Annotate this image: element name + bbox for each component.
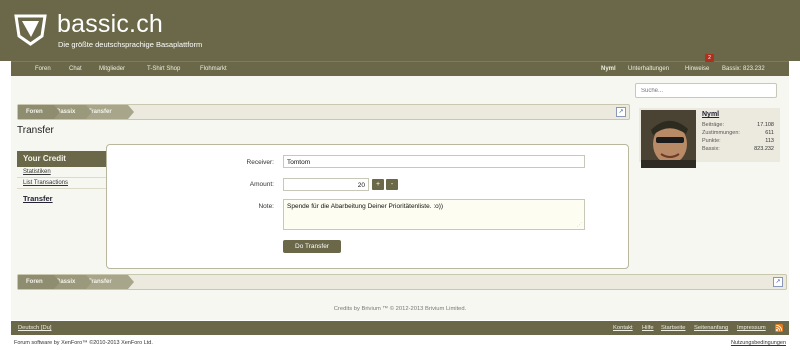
stat-label: Beiträge: — [702, 122, 725, 128]
footer-link-startseite[interactable]: Startseite — [661, 325, 686, 331]
copyright-text: Forum software by XenForo™ ©2010-2013 Xe… — [14, 340, 153, 346]
alerts-count-badge: 2 — [705, 54, 714, 62]
nav-tab-chat[interactable]: Chat — [69, 66, 82, 72]
note-textarea[interactable]: Spende für die Abarbeitung Deiner Priori… — [283, 199, 585, 230]
search-input[interactable] — [636, 84, 776, 97]
stat-value: 113 — [765, 138, 774, 144]
site-subtitle: Die größte deutschsprachige Basaplattfor… — [58, 40, 203, 49]
sidebar-item-list-transactions[interactable]: List Transactions — [17, 178, 106, 189]
stat-label: Zustimmungen: — [702, 130, 740, 136]
profile-card: Nyml Beiträge: 17.108 Zustimmungen: 611 Pu… — [639, 108, 780, 168]
main-navbar: Foren Chat Mitglieder T-Shirt Shop Flohm… — [11, 61, 789, 77]
rss-icon[interactable] — [775, 324, 783, 332]
language-chooser[interactable]: Deutsch [Du] — [18, 325, 52, 331]
note-text: Spende für die Abarbeitung Deiner Priori… — [287, 203, 444, 210]
breadcrumb-top: Foren Bassix Transfer ↗ — [17, 104, 630, 120]
site-header: bassic.ch Die größte deutschsprachige Ba… — [0, 0, 800, 61]
stat-label: Punkte: — [702, 138, 721, 144]
nav-tab-shop[interactable]: T-Shirt Shop — [147, 66, 180, 72]
footer-link-impressum[interactable]: Impressum — [737, 325, 766, 331]
amount-increase-button[interactable]: + — [372, 179, 384, 190]
sidebar-item-statistiken[interactable]: Statistiken — [17, 167, 106, 178]
receiver-label: Receiver: — [246, 159, 274, 166]
nav-tab-mitglieder[interactable]: Mitglieder — [99, 66, 125, 72]
breadcrumb-foren[interactable]: Foren — [18, 105, 60, 119]
footer-link-seitenanfang[interactable]: Seitenanfang — [694, 325, 728, 331]
stat-value: 17.108 — [757, 122, 774, 128]
nav-tab-foren[interactable]: Foren — [35, 66, 51, 72]
jump-link-icon[interactable]: ↗ — [773, 277, 783, 287]
stat-value: 823.232 — [754, 146, 774, 152]
nav-conversations[interactable]: Unterhaltungen — [628, 66, 669, 72]
search-box — [635, 83, 777, 98]
footer-link-hilfe[interactable]: Hilfe — [642, 325, 654, 331]
textarea-resize-icon[interactable]: ⋰ — [577, 222, 582, 228]
stat-points: Punkte: 113 — [702, 138, 774, 144]
nav-balance[interactable]: Bassix: 823.232 — [722, 66, 765, 72]
site-title[interactable]: bassic.ch — [57, 10, 163, 39]
footer-link-kontakt[interactable]: Kontakt — [613, 325, 633, 331]
breadcrumb-foren[interactable]: Foren — [18, 275, 60, 289]
amount-field[interactable]: 20 — [283, 178, 369, 191]
nav-tab-flohmarkt[interactable]: Flohmarkt — [200, 66, 227, 72]
avatar[interactable] — [641, 110, 696, 168]
credit-sidebar-heading: Your Credit — [17, 151, 106, 167]
credit-sidebar: Your Credit Statistiken List Transaction… — [17, 151, 106, 208]
stat-bassix: Bassix: 823.232 — [702, 146, 774, 152]
page-title: Transfer — [17, 125, 54, 136]
sidebar-item-transfer[interactable]: Transfer — [17, 189, 106, 208]
stat-value: 611 — [765, 130, 774, 136]
nav-username[interactable]: Nyml — [601, 66, 616, 72]
breadcrumb-bottom: Foren Bassix Transfer ↗ — [17, 274, 787, 290]
stat-label: Bassix: — [702, 146, 720, 152]
profile-username[interactable]: Nyml — [702, 111, 719, 118]
footer-bar: Deutsch [Du] Kontakt Hilfe Startseite Se… — [11, 321, 789, 335]
jump-link-icon[interactable]: ↗ — [616, 107, 626, 117]
amount-label: Amount: — [249, 181, 274, 188]
receiver-field[interactable]: Tomtom — [283, 155, 585, 168]
terms-link[interactable]: Nutzungsbedingungen — [731, 340, 786, 346]
logo-shield-icon[interactable] — [13, 12, 48, 47]
credits-line: Credits by Brivium ™ © 2012-2013 Brivium… — [333, 306, 467, 312]
stat-likes: Zustimmungen: 611 — [702, 130, 774, 136]
nav-alerts[interactable]: Hinweise — [685, 66, 709, 72]
amount-decrease-button[interactable]: - — [386, 179, 398, 190]
note-label: Note: — [258, 203, 274, 210]
do-transfer-button[interactable]: Do Transfer — [283, 240, 341, 253]
stat-posts: Beiträge: 17.108 — [702, 122, 774, 128]
